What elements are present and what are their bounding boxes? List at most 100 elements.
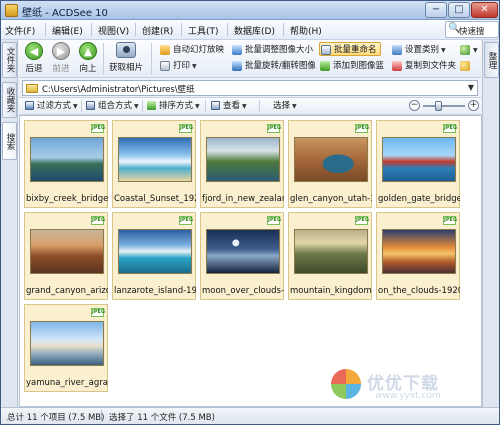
view-dropdown[interactable]: 查看 ▼	[211, 100, 247, 113]
menu-create[interactable]: 创建(R)	[142, 24, 173, 37]
menu-tools[interactable]: 工具(T)	[188, 24, 219, 37]
print-button[interactable]: 打印 ▼	[159, 59, 197, 73]
basket-icon	[320, 61, 330, 71]
image-preview	[382, 137, 456, 182]
file-thumbnail[interactable]: JPEG grand_canyon_arizo...	[24, 212, 108, 300]
thumbnail-zoom-slider[interactable]: − +	[409, 99, 479, 113]
image-preview	[118, 137, 192, 182]
print-label: 打印	[173, 61, 191, 71]
sort-label: 排序方式	[159, 101, 194, 111]
file-thumbnail[interactable]: JPEG golden_gate_bridge_...	[376, 120, 460, 208]
image-preview	[30, 229, 104, 274]
file-thumbnail[interactable]: JPEG Coastal_Sunset_1920...	[112, 120, 196, 208]
file-thumbnail[interactable]: JPEG on_the_clouds-1920x...	[376, 212, 460, 300]
tab-organize[interactable]: 整理	[484, 42, 499, 78]
import-label: 获取相片	[108, 63, 143, 73]
watermark-url: www.yyxt.com	[375, 391, 441, 401]
file-name: yamuna_river_agra_i...	[26, 378, 108, 388]
window-title: 壁纸 - ACDSee 10	[22, 8, 108, 19]
resize-icon	[232, 45, 242, 55]
menu-help[interactable]: 帮助(H)	[290, 24, 322, 37]
menu-view[interactable]: 视图(V)	[98, 24, 129, 37]
tab-folders[interactable]: 文件夹	[2, 42, 17, 78]
menu-separator	[135, 23, 136, 36]
image-preview	[206, 229, 280, 274]
filter-dropdown[interactable]: 过滤方式 ▼	[25, 100, 78, 113]
jpeg-badge: JPEG	[91, 124, 106, 133]
jpeg-badge: JPEG	[179, 124, 194, 133]
menu-database[interactable]: 数据库(D)	[234, 24, 275, 37]
batch-rename-button[interactable]: 批量重命名	[319, 42, 381, 56]
group-dropdown[interactable]: 组合方式 ▼	[86, 100, 139, 113]
image-preview	[118, 229, 192, 274]
dropdown-arrow-icon[interactable]: ▼	[468, 83, 474, 92]
filter-separator	[142, 100, 143, 112]
menu-file[interactable]: 文件(F)	[5, 24, 35, 37]
menu-bar: 文件(F) 编辑(E) 视图(V) 创建(R) 工具(T) 数据库(D) 帮助(…	[1, 20, 499, 40]
tab-search[interactable]: 搜索	[2, 122, 17, 160]
add-to-collection-button[interactable]: 添加到图像篮	[319, 59, 384, 73]
filter-icon	[25, 101, 34, 110]
up-label: 向上	[79, 64, 97, 74]
site-watermark: 优优下载 www.yyxt.com	[331, 367, 461, 407]
set-category-button[interactable]: 设置类别 ▼	[391, 43, 446, 57]
view-label: 查看	[223, 101, 241, 111]
status-bar: 总计 11 个项目 (7.5 MB) 选择了 11 个文件 (7.5 MB)	[1, 407, 499, 424]
slideshow-icon	[160, 45, 170, 55]
minimize-button[interactable]: −	[425, 2, 447, 18]
file-thumbnail[interactable]: JPEG fjord_in_new_zealan...	[200, 120, 284, 208]
copy-icon	[392, 61, 402, 71]
set-category-label: 设置类别	[405, 45, 440, 55]
jpeg-badge: JPEG	[91, 308, 106, 317]
import-photos-button[interactable]: 获取相片	[105, 42, 147, 76]
back-button[interactable]: ◀ 后退	[21, 42, 47, 76]
acdsee-window: 壁纸 - ACDSee 10 − □ ✕ 文件(F) 编辑(E) 视图(V) 创…	[0, 0, 500, 425]
filter-separator	[205, 100, 206, 112]
jpeg-badge: JPEG	[443, 124, 458, 133]
file-thumbnail[interactable]: JPEG yamuna_river_agra_i...	[24, 304, 108, 392]
batch-rotate-button[interactable]: 批量旋转/翻转图像	[231, 59, 316, 73]
group-icon	[86, 101, 95, 110]
address-input[interactable]: C:\Users\Administrator\Pictures\壁纸 ▼	[22, 80, 478, 96]
folder-icon	[5, 4, 18, 17]
back-arrow-icon: ◀	[25, 42, 43, 60]
batch-resize-button[interactable]: 批量调整图像大小	[231, 43, 313, 57]
image-preview	[30, 137, 104, 182]
file-thumbnail[interactable]: JPEG moon_over_clouds-...	[200, 212, 284, 300]
slideshow-button[interactable]: 自动幻灯放映	[159, 43, 224, 57]
maximize-button[interactable]: □	[448, 2, 470, 18]
file-thumbnail[interactable]: JPEG mountain_kingdom-...	[288, 212, 372, 300]
extras-button[interactable]	[459, 59, 471, 73]
jpeg-badge: JPEG	[267, 124, 282, 133]
zoom-handle[interactable]	[435, 101, 443, 111]
slideshow-label: 自动幻灯放映	[173, 45, 225, 55]
up-button[interactable]: ▲ 向上	[75, 42, 101, 76]
zoom-out-icon[interactable]: −	[409, 100, 420, 111]
copy-to-folder-button[interactable]: 复制到文件夹	[391, 59, 456, 73]
quick-search-input[interactable]: 🔍 快速搜	[445, 21, 499, 38]
file-thumbnail[interactable]: JPEG lanzarote_island-192...	[112, 212, 196, 300]
sort-icon	[147, 101, 156, 110]
file-name: fjord_in_new_zealan...	[202, 194, 284, 204]
zoom-track[interactable]	[423, 105, 465, 107]
jpeg-badge: JPEG	[443, 216, 458, 225]
image-preview	[206, 137, 280, 182]
select-dropdown[interactable]: 选择 ▼	[265, 100, 297, 113]
view-icon	[211, 101, 220, 110]
main-toolbar: ◀ 后退 ▶ 前进 ▲ 向上 获取相片 自动幻灯放映 打印▼ 批量调整图像大小	[19, 40, 481, 78]
copy-to-folder-label: 复制到文件夹	[405, 61, 457, 71]
up-arrow-icon: ▲	[79, 42, 97, 60]
sort-dropdown[interactable]: 排序方式 ▼	[147, 100, 200, 113]
zoom-in-icon[interactable]: +	[468, 100, 479, 111]
tab-favorites[interactable]: 收藏夹	[2, 82, 17, 118]
file-name: grand_canyon_arizo...	[26, 286, 108, 296]
address-path: C:\Users\Administrator\Pictures\壁纸	[42, 85, 195, 95]
web-button[interactable]: ▼	[459, 43, 478, 57]
forward-button[interactable]: ▶ 前进	[48, 42, 74, 76]
filter-bar: 过滤方式 ▼ 组合方式 ▼ 排序方式 ▼ 查看 ▼ 选择 ▼ − +	[19, 98, 481, 115]
file-thumbnail[interactable]: JPEG glen_canyon_utah-1...	[288, 120, 372, 208]
close-button[interactable]: ✕	[471, 2, 498, 18]
file-thumbnail[interactable]: JPEG bixby_creek_bridge_...	[24, 120, 108, 208]
batch-rotate-label: 批量旋转/翻转图像	[245, 61, 316, 71]
menu-edit[interactable]: 编辑(E)	[52, 24, 83, 37]
